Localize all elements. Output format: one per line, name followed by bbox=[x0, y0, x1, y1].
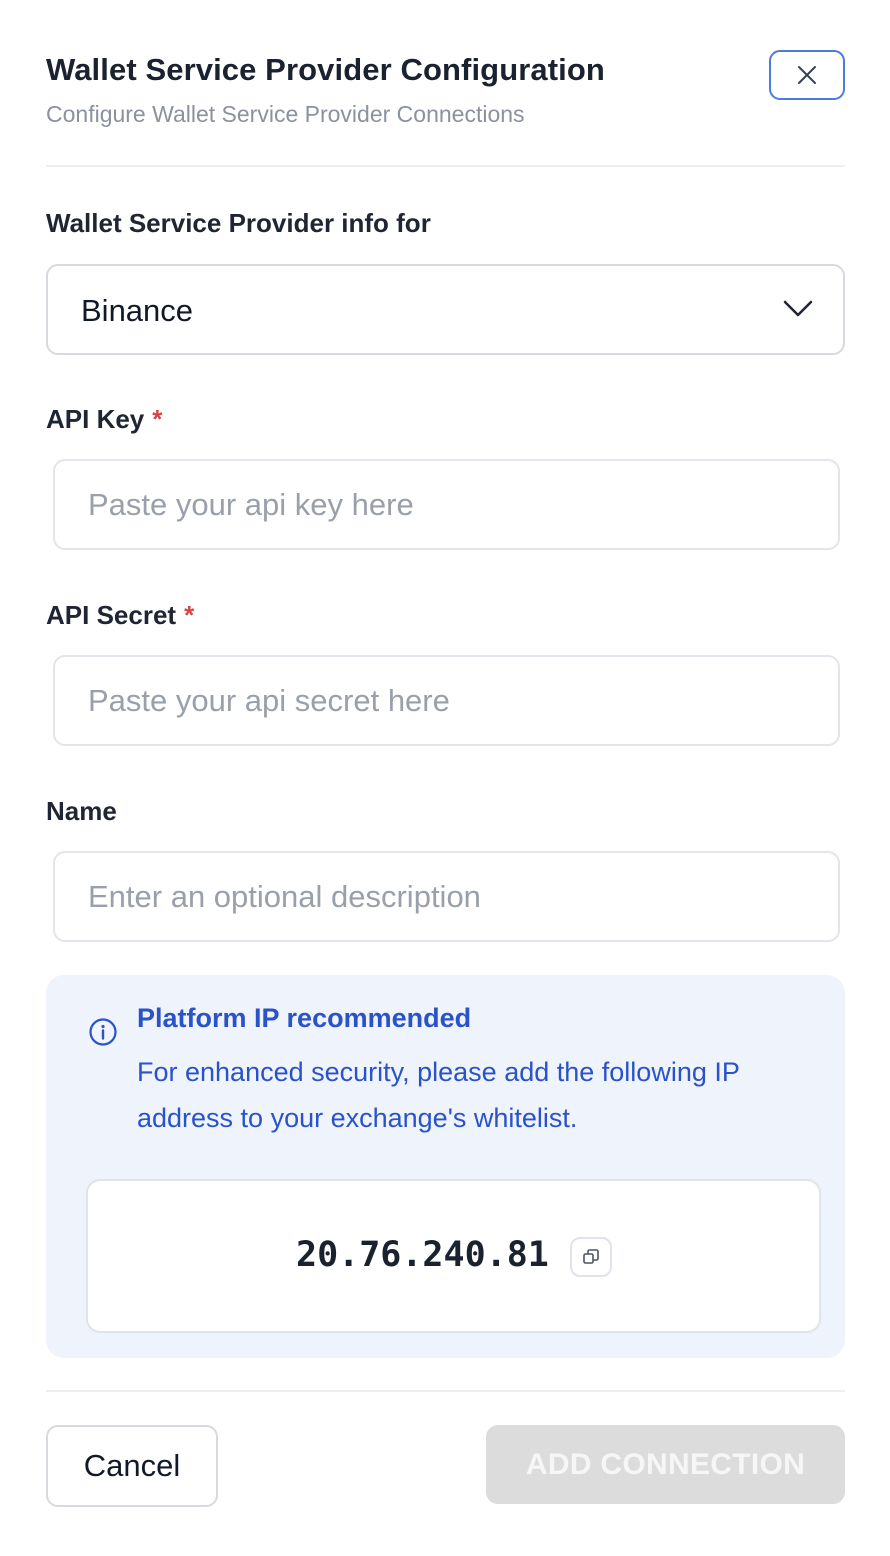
close-button[interactable] bbox=[769, 50, 845, 100]
cancel-button[interactable]: Cancel bbox=[46, 1425, 218, 1507]
required-mark: * bbox=[184, 600, 195, 630]
provider-select[interactable]: Binance bbox=[46, 264, 845, 355]
api-key-label: API Key * bbox=[46, 404, 162, 435]
required-mark: * bbox=[152, 404, 163, 434]
copy-icon bbox=[583, 1249, 599, 1264]
footer-divider bbox=[46, 1390, 845, 1392]
api-secret-label: API Secret * bbox=[46, 600, 194, 631]
dialog-title: Wallet Service Provider Configuration bbox=[46, 52, 605, 87]
add-connection-button[interactable]: ADD CONNECTION bbox=[486, 1425, 845, 1504]
ip-address: 20.76.240.81 bbox=[296, 1235, 549, 1275]
copy-ip-button[interactable] bbox=[570, 1237, 612, 1277]
api-key-label-text: API Key bbox=[46, 404, 145, 434]
api-key-input[interactable] bbox=[53, 459, 840, 550]
name-input[interactable] bbox=[53, 851, 840, 942]
header-divider bbox=[46, 165, 845, 167]
close-icon bbox=[798, 66, 816, 84]
notice-title: Platform IP recommended bbox=[137, 1003, 472, 1033]
info-icon bbox=[89, 1018, 117, 1046]
notice-text: For enhanced security, please add the fo… bbox=[137, 1057, 740, 1133]
chevron-down-icon bbox=[783, 300, 813, 317]
provider-selected-value: Binance bbox=[81, 293, 194, 328]
ip-notice-panel: Platform IP recommended For enhanced sec… bbox=[46, 975, 845, 1358]
ip-address-box: 20.76.240.81 bbox=[86, 1179, 821, 1333]
api-secret-input[interactable] bbox=[53, 655, 840, 746]
api-secret-label-text: API Secret bbox=[46, 600, 177, 630]
provider-label: Wallet Service Provider info for bbox=[46, 208, 431, 238]
dialog-subtitle: Configure Wallet Service Provider Connec… bbox=[46, 101, 525, 127]
wallet-provider-dialog: Wallet Service Provider Configuration Co… bbox=[0, 0, 890, 1556]
name-label: Name bbox=[46, 796, 117, 826]
